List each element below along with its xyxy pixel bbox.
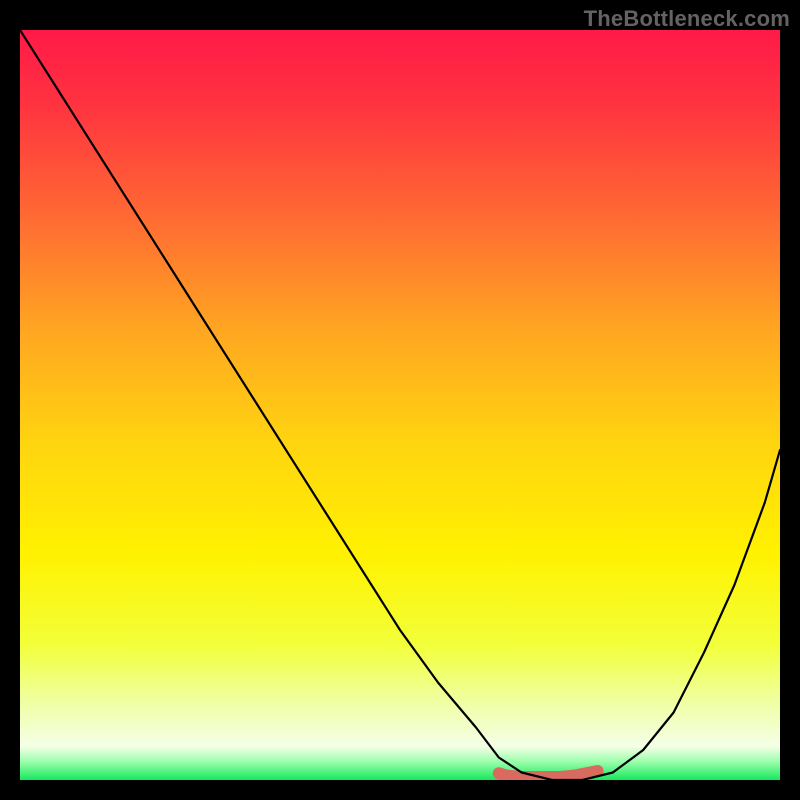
watermark-text: TheBottleneck.com [584,6,790,32]
chart-svg [20,30,780,780]
chart-plot-area [20,30,780,780]
chart-frame: TheBottleneck.com [0,0,800,800]
